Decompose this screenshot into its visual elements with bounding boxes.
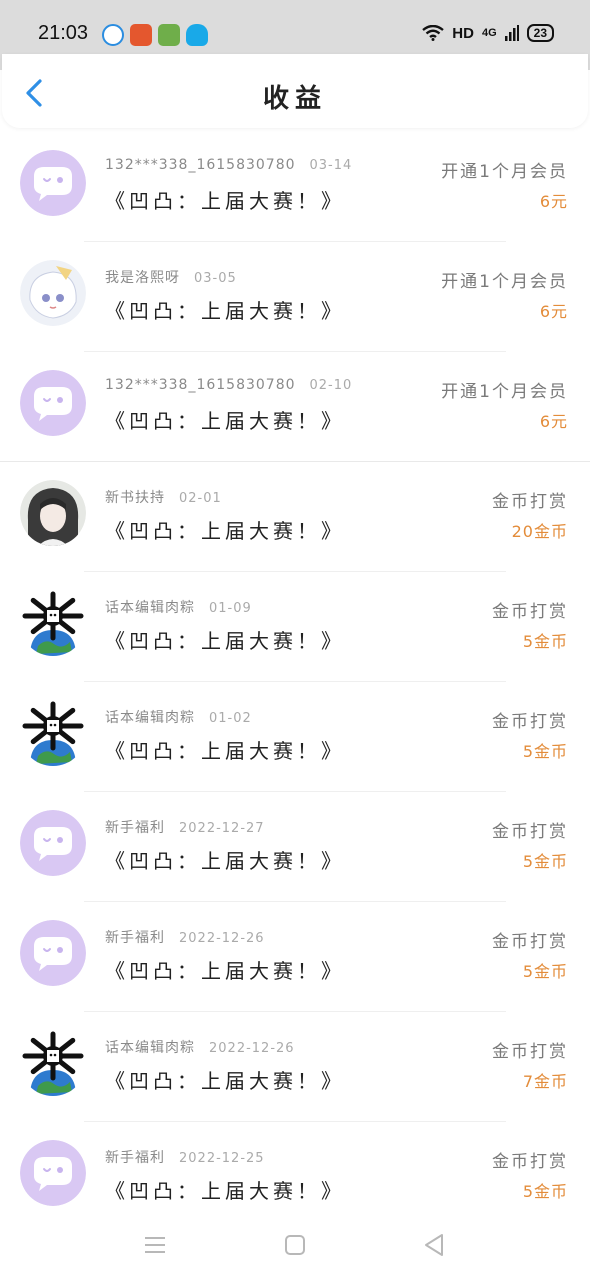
- earnings-row[interactable]: 新手福利 2022-12-26 《凹凸：上届大赛！》 金币打赏 5金币: [0, 902, 590, 1012]
- entry-book-title: 《凹凸：上届大赛！》: [105, 739, 345, 763]
- entry-book-title: 《凹凸：上届大赛！》: [105, 299, 345, 323]
- entry-meta: 新手福利 2022-12-27: [105, 817, 265, 837]
- entry-user: 我是洛熙呀: [105, 270, 180, 286]
- user-avatar[interactable]: [20, 700, 86, 766]
- entry-date: 03-14: [309, 158, 353, 173]
- entry-book-title: 《凹凸：上届大赛！》: [105, 189, 345, 213]
- earnings-row[interactable]: 新书扶持 02-01 《凹凸：上届大赛！》 金币打赏 20金币: [0, 462, 590, 572]
- status-right: HD 4G 23: [422, 24, 554, 42]
- entry-type: 金币打赏: [492, 712, 568, 732]
- entry-book-title: 《凹凸：上届大赛！》: [105, 849, 345, 873]
- page-title: 收益: [262, 84, 327, 114]
- entry-date: 02-01: [179, 491, 222, 506]
- menu-icon[interactable]: [140, 1230, 170, 1260]
- entry-type: 金币打赏: [492, 1152, 568, 1172]
- entry-date: 2022-12-26: [179, 931, 265, 946]
- entry-date: 2022-12-27: [179, 821, 265, 836]
- game-notification-icon: [130, 24, 152, 46]
- user-avatar[interactable]: [20, 1140, 86, 1206]
- entry-amount: 6元: [539, 192, 568, 211]
- earnings-list: 132***338_1615830780 03-14 《凹凸：上届大赛！》 开通1个月…: [0, 132, 590, 1232]
- entry-meta: 132***338_1615830780 02-10: [105, 377, 352, 393]
- entry-book-title: 《凹凸：上届大赛！》: [105, 1179, 345, 1203]
- entry-user: 话本编辑肉粽: [105, 1040, 195, 1056]
- entry-amount: 5金币: [522, 632, 568, 651]
- entry-date: 2022-12-26: [209, 1041, 295, 1056]
- entry-amount: 6元: [539, 412, 568, 431]
- entry-meta: 话本编辑肉粽 2022-12-26: [105, 1037, 295, 1057]
- user-avatar[interactable]: [20, 590, 86, 656]
- user-avatar[interactable]: [20, 370, 86, 436]
- system-nav-bar: [0, 1210, 590, 1280]
- entry-book-title: 《凹凸：上届大赛！》: [105, 1069, 345, 1093]
- back-triangle-icon[interactable]: [420, 1230, 450, 1260]
- qq-notification-icon: [186, 24, 208, 46]
- battery-indicator: 23: [526, 24, 554, 42]
- network-label: HD: [452, 24, 474, 42]
- entry-amount: 5金币: [522, 962, 568, 981]
- entry-book-title: 《凹凸：上届大赛！》: [105, 519, 345, 543]
- entry-amount: 7金币: [522, 1072, 568, 1091]
- earnings-row[interactable]: 132***338_1615830780 03-14 《凹凸：上届大赛！》 开通1个月…: [0, 132, 590, 242]
- entry-book-title: 《凹凸：上届大赛！》: [105, 629, 345, 653]
- entry-amount: 5金币: [522, 1182, 568, 1201]
- entry-amount: 5金币: [522, 852, 568, 871]
- entry-meta: 132***338_1615830780 03-14: [105, 157, 352, 173]
- entry-type: 金币打赏: [492, 1042, 568, 1062]
- entry-type: 开通1个月会员: [441, 272, 568, 292]
- entry-book-title: 《凹凸：上届大赛！》: [105, 409, 345, 433]
- entry-user: 新书扶持: [105, 490, 165, 506]
- entry-date: 2022-12-25: [179, 1151, 265, 1166]
- entry-type: 金币打赏: [492, 932, 568, 952]
- status-time: 21:03: [38, 22, 89, 44]
- entry-meta: 新书扶持 02-01: [105, 487, 222, 507]
- entry-type: 金币打赏: [492, 822, 568, 842]
- wifi-icon: [422, 25, 445, 41]
- entry-user: 话本编辑肉粽: [105, 600, 195, 616]
- entry-type: 开通1个月会员: [441, 162, 568, 182]
- entry-meta: 话本编辑肉粽 01-02: [105, 707, 252, 727]
- entry-amount: 20金币: [511, 522, 568, 541]
- user-avatar[interactable]: [20, 810, 86, 876]
- user-avatar[interactable]: [20, 150, 86, 216]
- earnings-row[interactable]: 话本编辑肉粽 2022-12-26 《凹凸：上届大赛！》 金币打赏 7金币: [0, 1012, 590, 1122]
- notification-icons: [102, 24, 208, 46]
- user-avatar[interactable]: [20, 260, 86, 326]
- entry-user: 话本编辑肉粽: [105, 710, 195, 726]
- entry-date: 02-10: [309, 378, 353, 393]
- earnings-row[interactable]: 话本编辑肉粽 01-09 《凹凸：上届大赛！》 金币打赏 5金币: [0, 572, 590, 682]
- entry-meta: 新手福利 2022-12-25: [105, 1147, 265, 1167]
- entry-book-title: 《凹凸：上届大赛！》: [105, 959, 345, 983]
- entry-date: 01-02: [209, 711, 252, 726]
- entry-type: 金币打赏: [492, 602, 568, 622]
- entry-type: 金币打赏: [492, 492, 568, 512]
- entry-user: 新手福利: [105, 930, 165, 946]
- signal-label: 4G: [481, 27, 497, 39]
- entry-user: 132***338_1615830780: [105, 157, 296, 173]
- entry-user: 新手福利: [105, 1150, 165, 1166]
- entry-meta: 话本编辑肉粽 01-09: [105, 597, 252, 617]
- entry-date: 01-09: [209, 601, 252, 616]
- app-header: 收益: [2, 54, 588, 128]
- signal-icon: [504, 25, 519, 41]
- photo-notification-icon: [158, 24, 180, 46]
- earnings-row[interactable]: 132***338_1615830780 02-10 《凹凸：上届大赛！》 开通1个月…: [0, 352, 590, 462]
- entry-meta: 我是洛熙呀 03-05: [105, 267, 237, 287]
- user-avatar[interactable]: [20, 920, 86, 986]
- earnings-row[interactable]: 新手福利 2022-12-27 《凹凸：上届大赛！》 金币打赏 5金币: [0, 792, 590, 902]
- entry-user: 新手福利: [105, 820, 165, 836]
- entry-date: 03-05: [194, 271, 237, 286]
- user-avatar[interactable]: [20, 1030, 86, 1096]
- entry-type: 开通1个月会员: [441, 382, 568, 402]
- earnings-row[interactable]: 话本编辑肉粽 01-02 《凹凸：上届大赛！》 金币打赏 5金币: [0, 682, 590, 792]
- entry-meta: 新手福利 2022-12-26: [105, 927, 265, 947]
- user-avatar[interactable]: [20, 480, 86, 546]
- entry-amount: 6元: [539, 302, 568, 321]
- home-icon[interactable]: [280, 1230, 310, 1260]
- entry-amount: 5金币: [522, 742, 568, 761]
- earnings-row[interactable]: 我是洛熙呀 03-05 《凹凸：上届大赛！》 开通1个月会员 6元: [0, 242, 590, 352]
- entry-user: 132***338_1615830780: [105, 377, 296, 393]
- app-notification-icon: [102, 24, 124, 46]
